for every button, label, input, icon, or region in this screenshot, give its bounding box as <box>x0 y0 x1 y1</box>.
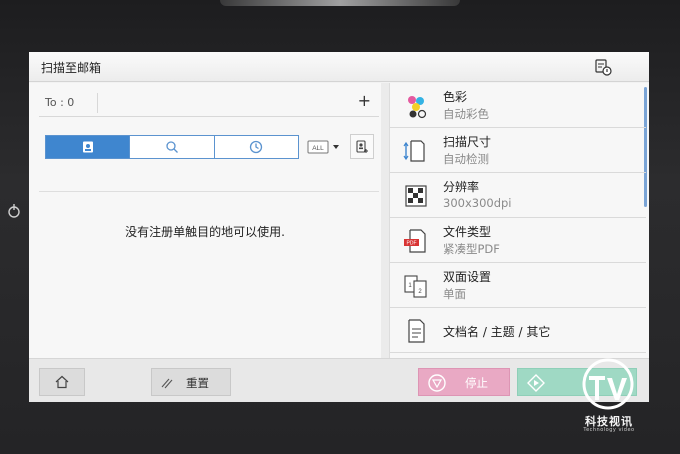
reset-label: 重置 <box>186 376 209 390</box>
duplex-icon: 1 2 <box>402 272 430 300</box>
tab-address-book[interactable] <box>46 136 131 158</box>
svg-text:PDF: PDF <box>407 241 417 247</box>
setting-file-type-name: 文件类型 <box>443 225 492 239</box>
window-title: 扫描至邮箱 <box>41 61 102 75</box>
setting-color-name: 色彩 <box>443 90 468 104</box>
reset-icon <box>160 375 174 394</box>
setting-document-name-label: 文档名 / 主题 / 其它 <box>443 325 551 339</box>
resolution-icon <box>402 182 430 210</box>
scan-size-icon <box>402 137 430 165</box>
setting-document-name[interactable]: 文档名 / 主题 / 其它 <box>390 308 646 353</box>
setting-duplex[interactable]: 1 2 双面设置 单面 <box>390 263 646 308</box>
clock-icon <box>250 140 263 154</box>
home-button[interactable] <box>39 368 85 396</box>
setting-duplex-value: 单面 <box>443 287 466 301</box>
stop-button[interactable]: 停止 <box>418 368 510 396</box>
recipient-count: To : 0 <box>45 96 75 109</box>
contact-add-icon <box>356 139 368 153</box>
document-icon <box>402 317 430 345</box>
setting-file-type-value: 紧凑型PDF <box>443 242 500 256</box>
register-destination-button[interactable] <box>350 134 374 159</box>
color-icon <box>402 92 430 120</box>
setting-duplex-name: 双面设置 <box>443 270 492 284</box>
setting-file-type[interactable]: PDF 文件类型 紧凑型PDF <box>390 218 646 263</box>
panel-divider <box>381 83 389 358</box>
setting-scan-size-name: 扫描尺寸 <box>443 135 492 149</box>
list-divider <box>39 191 379 192</box>
add-recipient-button[interactable]: + <box>358 91 371 110</box>
recipient-row[interactable]: To : 0 + <box>39 91 379 117</box>
scan-settings-list: 色彩 自动彩色 扫描尺寸 自动检测 分辨率 300x300dpi PDF 文件类… <box>389 83 649 358</box>
chevron-down-icon <box>333 145 339 149</box>
filter-all-dropdown[interactable]: ALL <box>307 136 343 158</box>
tab-history[interactable] <box>215 136 298 158</box>
watermark-subtitle: Technology video <box>583 427 635 433</box>
stop-icon <box>427 373 447 397</box>
empty-destination-message: 没有注册单触目的地可以使用. <box>125 225 285 239</box>
title-bar: 扫描至邮箱 <box>29 52 649 82</box>
bottom-bar: 重置 停止 <box>29 358 649 402</box>
setting-scan-size-value: 自动检测 <box>443 152 489 166</box>
tab-search[interactable] <box>130 136 215 158</box>
setting-resolution-name: 分辨率 <box>443 180 480 194</box>
job-status-icon[interactable] <box>593 57 613 77</box>
home-icon <box>55 375 69 389</box>
address-book-icon <box>82 141 93 153</box>
reset-button[interactable]: 重置 <box>151 368 231 396</box>
start-icon <box>526 373 546 397</box>
search-icon <box>166 141 178 153</box>
stop-label: 停止 <box>465 376 488 390</box>
setting-color[interactable]: 色彩 自动彩色 <box>390 83 646 128</box>
setting-scan-size[interactable]: 扫描尺寸 自动检测 <box>390 128 646 173</box>
bezel-highlight <box>220 0 460 6</box>
address-book-tabs <box>45 135 299 159</box>
setting-color-value: 自动彩色 <box>443 107 489 121</box>
setting-resolution[interactable]: 分辨率 300x300dpi <box>390 173 646 218</box>
power-symbol-icon <box>6 203 22 221</box>
recipient-separator <box>97 93 98 113</box>
setting-resolution-value: 300x300dpi <box>443 196 512 210</box>
pdf-icon: PDF <box>402 227 430 255</box>
touch-screen: 扫描至邮箱 To : 0 + ALL 没有注册单触目的地可以使用. 色彩 自动彩… <box>29 52 649 402</box>
filter-all-label: ALL <box>312 145 324 152</box>
destination-panel: To : 0 + ALL 没有注册单触目的地可以使用. <box>29 83 381 358</box>
